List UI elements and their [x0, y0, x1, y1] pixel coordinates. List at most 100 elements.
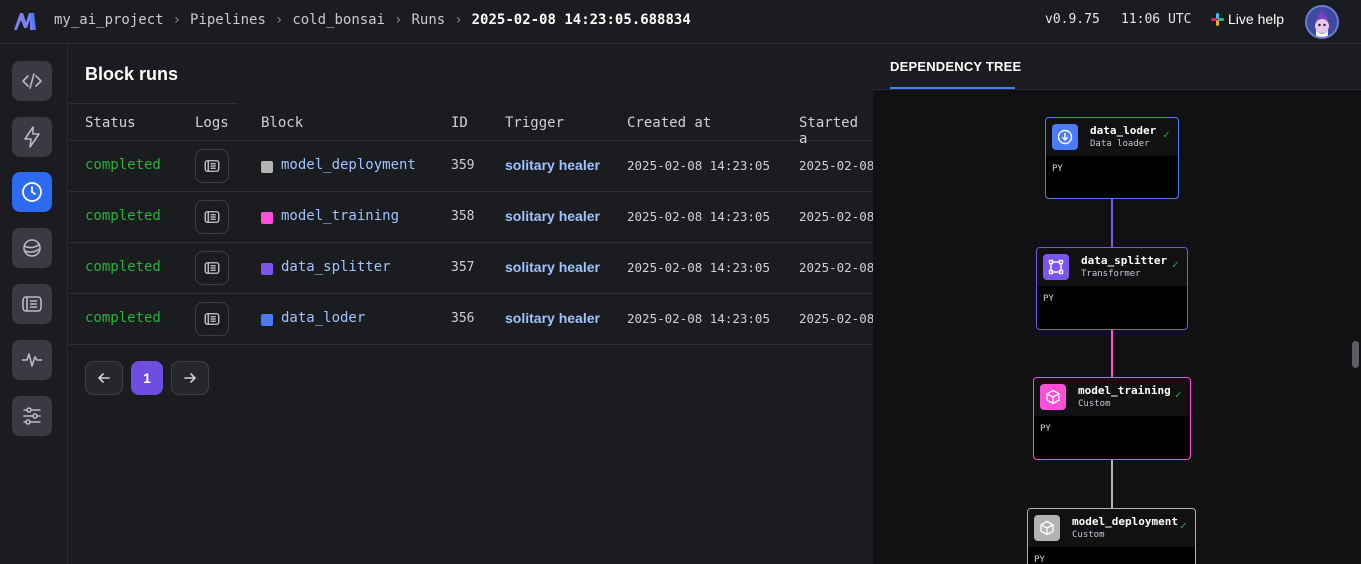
dependency-edge — [1111, 330, 1113, 377]
tab-dependency-tree[interactable]: DEPENDENCY TREE — [890, 59, 1021, 74]
trigger-link[interactable]: solitary healer — [505, 259, 600, 275]
run-id: 356 — [451, 311, 475, 326]
wizard-avatar-icon — [1307, 7, 1337, 37]
created-at: 2025-02-08 14:23:05 — [627, 311, 770, 326]
column-trigger[interactable]: Trigger — [505, 115, 564, 131]
prev-page-button[interactable] — [85, 361, 123, 395]
page-1-button[interactable]: 1 — [131, 361, 163, 395]
nav-code-button[interactable] — [12, 61, 52, 101]
started-at: 2025-02-08 — [799, 209, 875, 224]
view-logs-button[interactable] — [195, 149, 229, 183]
block-name-link[interactable]: model_deployment — [281, 157, 416, 173]
nav-runs-button[interactable] — [12, 172, 52, 212]
check-icon: ✓ — [1180, 519, 1187, 532]
breadcrumb-pipeline[interactable]: cold_bonsai — [292, 12, 385, 28]
nav-overview-button[interactable] — [12, 228, 52, 268]
next-page-button[interactable] — [171, 361, 209, 395]
cube-icon — [1040, 384, 1066, 410]
run-id: 357 — [451, 260, 475, 275]
node-block-type: Data loader — [1090, 139, 1150, 149]
node-block-name: data_splitter — [1081, 254, 1168, 267]
block-node[interactable]: model_deployment Custom ✓ PY — [1027, 508, 1196, 564]
table-row[interactable]: completed data_loder 356 solitary healer… — [69, 294, 874, 345]
breadcrumb-pipelines[interactable]: Pipelines — [190, 12, 266, 28]
check-icon: ✓ — [1175, 388, 1182, 401]
block-color-swatch — [261, 314, 273, 326]
run-id: 359 — [451, 158, 475, 173]
created-at: 2025-02-08 14:23:05 — [627, 158, 770, 173]
run-status: completed — [85, 157, 161, 173]
block-color-swatch — [261, 161, 273, 173]
live-help-label: Live help — [1228, 11, 1285, 27]
transform-icon — [1043, 254, 1069, 280]
download-icon — [1052, 124, 1078, 150]
code-icon — [22, 73, 42, 89]
column-status[interactable]: Status — [85, 115, 136, 131]
table-row[interactable]: completed model_training 358 solitary he… — [69, 192, 875, 243]
view-logs-button[interactable] — [195, 251, 229, 285]
nav-logs-button[interactable] — [12, 284, 52, 324]
run-status: completed — [85, 310, 161, 326]
clock-icon — [22, 182, 42, 202]
view-logs-button[interactable] — [195, 302, 229, 336]
block-color-swatch — [261, 263, 273, 275]
node-block-type: Transformer — [1081, 269, 1141, 279]
avatar[interactable] — [1305, 5, 1339, 39]
created-at: 2025-02-08 14:23:05 — [627, 209, 770, 224]
breadcrumb: my_ai_project › Pipelines › cold_bonsai › Runs… — [54, 12, 691, 28]
breadcrumb-project[interactable]: my_ai_project — [54, 12, 164, 28]
logs-icon — [22, 296, 42, 312]
node-language: PY — [1052, 164, 1063, 174]
block-name-link[interactable]: model_training — [281, 208, 399, 224]
run-id: 358 — [451, 209, 475, 224]
table-row[interactable]: completed model_deployment 359 solitary … — [69, 141, 874, 192]
breadcrumb-current-run: 2025-02-08 14:23:05.688834 — [471, 12, 691, 28]
time-label: 11:06 UTC — [1121, 12, 1192, 27]
check-icon: ✓ — [1163, 128, 1170, 141]
planet-icon — [23, 239, 41, 257]
arrow-left-icon — [97, 373, 110, 383]
nav-triggers-button[interactable] — [12, 117, 52, 157]
block-node[interactable]: data_splitter Transformer ✓ PY — [1036, 247, 1188, 330]
live-help-link[interactable]: Live help — [1211, 11, 1284, 27]
block-name-link[interactable]: data_loder — [281, 310, 365, 326]
view-logs-button[interactable] — [195, 200, 229, 234]
mage-logo-icon[interactable] — [12, 10, 38, 32]
trigger-link[interactable]: solitary healer — [505, 157, 600, 173]
chevron-right-icon: › — [394, 12, 403, 28]
logs-icon — [204, 211, 220, 223]
dependency-tree-panel: DEPENDENCY TREE data_loder Data loader ✓… — [873, 45, 1361, 564]
scrollbar[interactable] — [1352, 341, 1359, 368]
dependency-edge — [1111, 199, 1113, 247]
node-block-name: model_deployment — [1072, 515, 1178, 528]
column-logs[interactable]: Logs — [195, 115, 229, 131]
chevron-right-icon: › — [172, 12, 182, 28]
version-label: v0.9.75 — [1045, 12, 1100, 27]
left-nav — [0, 45, 68, 564]
block-node[interactable]: data_loder Data loader ✓ PY — [1045, 117, 1179, 199]
table-header: Status Logs Block ID Trigger Created at … — [69, 104, 873, 147]
column-created-at[interactable]: Created at — [627, 115, 711, 131]
block-name-link[interactable]: data_splitter — [281, 259, 391, 275]
column-id[interactable]: ID — [451, 115, 468, 131]
dependency-edge — [1111, 460, 1113, 508]
bolt-icon — [24, 126, 40, 148]
nav-settings-button[interactable] — [12, 396, 52, 436]
active-tab-underline — [890, 87, 1015, 89]
table-row[interactable]: completed data_splitter 357 solitary hea… — [69, 243, 874, 294]
node-block-name: data_loder — [1090, 124, 1157, 137]
node-block-type: Custom — [1078, 399, 1111, 409]
block-color-swatch — [261, 212, 273, 224]
run-status: completed — [85, 259, 161, 275]
node-block-name: model_training — [1078, 384, 1171, 397]
block-node[interactable]: model_training Custom ✓ PY — [1033, 377, 1191, 460]
top-header: my_ai_project › Pipelines › cold_bonsai › Runs… — [0, 0, 1361, 44]
chevron-right-icon: › — [274, 12, 284, 28]
trigger-link[interactable]: solitary healer — [505, 310, 600, 326]
nav-monitor-button[interactable] — [12, 340, 52, 380]
column-block[interactable]: Block — [261, 115, 303, 131]
trigger-link[interactable]: solitary healer — [505, 208, 600, 224]
arrow-right-icon — [184, 373, 197, 383]
breadcrumb-runs[interactable]: Runs — [411, 12, 445, 28]
created-at: 2025-02-08 14:23:05 — [627, 260, 770, 275]
